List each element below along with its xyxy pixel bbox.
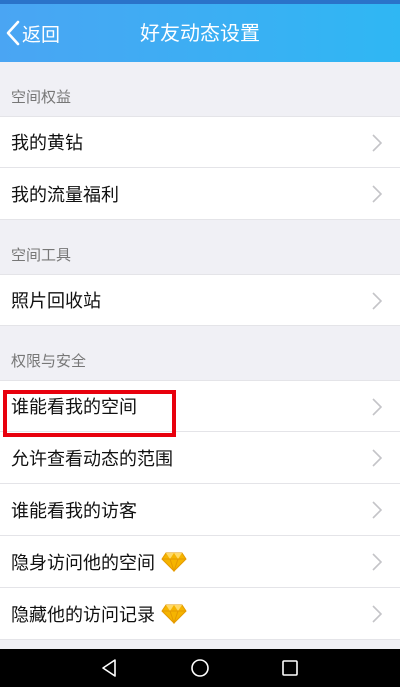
chevron-right-icon: [372, 605, 382, 623]
row-allowed-view-range[interactable]: 允许查看动态的范围: [0, 432, 400, 484]
chevron-right-icon: [372, 398, 382, 416]
back-label: 返回: [22, 23, 61, 46]
section-header-privileges: 空间权益: [0, 62, 400, 116]
nav-home-button[interactable]: [155, 649, 245, 687]
row-label: 我的黄钻: [11, 133, 83, 154]
row-label: 谁能看我的访客: [11, 500, 137, 522]
row-who-can-see-my-space[interactable]: 谁能看我的空间: [0, 380, 400, 432]
section-header-tools: 空间工具: [0, 220, 400, 274]
diamond-icon: [161, 604, 187, 624]
nav-back-button[interactable]: [65, 649, 155, 687]
chevron-left-icon: [6, 20, 20, 46]
home-circle-icon: [191, 659, 209, 677]
chevron-right-icon: [372, 185, 382, 203]
chevron-right-icon: [372, 134, 382, 152]
row-my-yellow-diamond[interactable]: 我的黄钻: [0, 116, 400, 168]
section-header-permissions: 权限与安全: [0, 326, 400, 380]
settings-list: 空间权益 我的黄钻 我的流量福利 空间工具 照片回收站 权限与安全 谁能看我的空…: [0, 62, 400, 649]
row-who-can-see-my-visitors[interactable]: 谁能看我的访客: [0, 484, 400, 536]
system-nav-bar: [0, 649, 400, 687]
row-label: 隐藏他的访问记录: [11, 604, 155, 626]
row-invisible-visit[interactable]: 隐身访问他的空间: [0, 536, 400, 588]
chevron-right-icon: [372, 449, 382, 467]
diamond-icon: [161, 552, 187, 572]
row-label: 允许查看动态的范围: [11, 448, 173, 470]
chevron-right-icon: [372, 553, 382, 571]
back-triangle-icon: [102, 659, 116, 677]
row-my-data-benefits[interactable]: 我的流量福利: [0, 168, 400, 220]
row-label: 照片回收站: [11, 291, 101, 312]
row-hide-visit-record[interactable]: 隐藏他的访问记录: [0, 588, 400, 640]
row-label: 我的流量福利: [11, 184, 119, 206]
back-button[interactable]: 返回: [6, 4, 60, 62]
chevron-right-icon: [372, 292, 382, 310]
app-header: 返回 好友动态设置: [0, 4, 400, 62]
chevron-right-icon: [372, 501, 382, 519]
nav-recents-button[interactable]: [245, 649, 335, 687]
row-photo-recycle-bin[interactable]: 照片回收站: [0, 274, 400, 326]
row-label: 谁能看我的空间: [11, 397, 137, 418]
row-label: 隐身访问他的空间: [11, 552, 155, 574]
recents-square-icon: [282, 660, 298, 676]
